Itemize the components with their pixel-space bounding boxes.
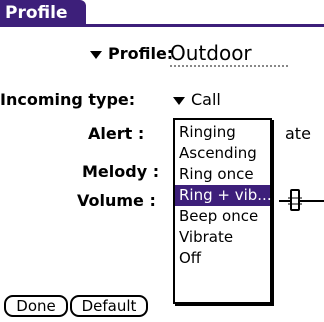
melody-label: Melody : — [82, 162, 160, 181]
option-ring-vib-selected[interactable]: Ring + vib... — [175, 185, 272, 206]
window-title: Profile — [0, 0, 86, 26]
option-ring-once[interactable]: Ring once — [179, 164, 254, 185]
option-beep-once[interactable]: Beep once — [179, 206, 258, 227]
volume-label: Volume : — [77, 191, 156, 210]
alert-suffix-text: ate — [285, 124, 311, 143]
done-button[interactable]: Done — [4, 295, 68, 317]
profile-trigger[interactable]: Profile: — [90, 44, 173, 63]
default-button[interactable]: Default — [70, 295, 148, 317]
alert-options-popup[interactable]: Ringing Ascending Ring once Ring + vib..… — [173, 118, 272, 304]
triangle-down-icon — [173, 96, 185, 105]
incoming-type-label: Incoming type: — [0, 90, 136, 109]
title-underline — [0, 24, 324, 27]
option-ascending[interactable]: Ascending — [179, 143, 257, 164]
option-vibrate[interactable]: Vibrate — [179, 227, 233, 248]
incoming-type-selector[interactable]: Call — [173, 90, 221, 109]
volume-slider-knob-icon — [288, 189, 302, 211]
profile-value[interactable]: Outdoor — [170, 41, 288, 67]
option-off[interactable]: Off — [179, 248, 201, 269]
triangle-down-icon — [90, 50, 102, 59]
volume-slider[interactable] — [275, 186, 324, 214]
option-ringing[interactable]: Ringing — [179, 122, 236, 143]
profile-label: Profile: — [108, 44, 174, 63]
incoming-type-value: Call — [191, 90, 221, 109]
alert-label: Alert : — [88, 124, 145, 143]
